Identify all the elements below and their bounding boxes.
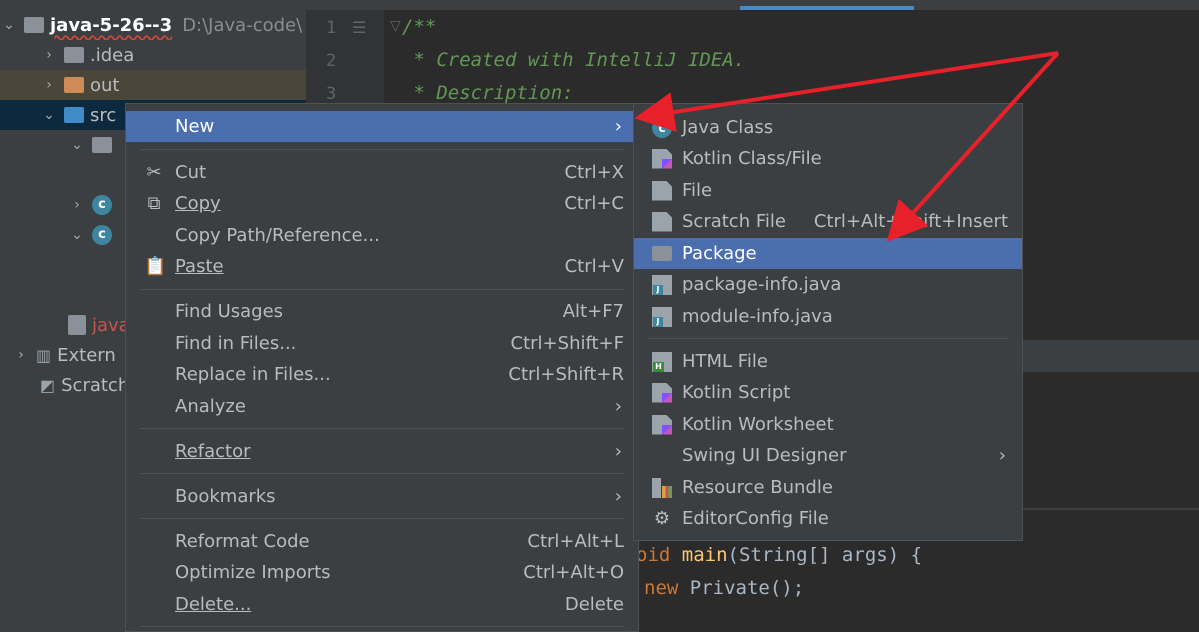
html-file-icon — [652, 351, 672, 372]
folder-icon — [64, 47, 84, 63]
tree-item-label: .idea — [90, 44, 135, 66]
code-line: * Created with IntelliJ IDEA. — [402, 49, 746, 71]
scratch-file-icon — [652, 211, 672, 232]
module-folder-icon — [24, 17, 44, 33]
menu-item-java-class[interactable]: c Java Class — [634, 112, 1022, 143]
chevron-down-icon[interactable]: ⌄ — [0, 17, 18, 33]
folder-icon — [64, 107, 84, 123]
menu-separator — [140, 518, 624, 519]
chevron-right-icon[interactable]: › — [40, 47, 58, 63]
fold-marker-icon[interactable]: ▽ — [390, 18, 401, 34]
tree-root[interactable]: ⌄ java-5-26--3 D:\Java-code\ — [0, 10, 306, 40]
menu-separator — [140, 149, 624, 150]
resource-bundle-icon — [652, 477, 672, 498]
chevron-right-icon: › — [998, 445, 1006, 466]
gear-icon: ⚙ — [653, 507, 671, 529]
menu-item-reformat-code[interactable]: Reformat Code Ctrl+Alt+L — [126, 526, 638, 557]
java-file-icon — [652, 306, 672, 327]
line-number: 1 — [326, 18, 337, 38]
menu-item-bookmarks[interactable]: Bookmarks › — [126, 481, 638, 512]
menu-item-paste[interactable]: 📋 Paste Ctrl+V — [126, 251, 638, 282]
menu-item-cut[interactable]: ✂ Cut Ctrl+X — [126, 157, 638, 188]
chevron-down-icon[interactable]: ⌄ — [68, 137, 86, 153]
menu-item-find-usages[interactable]: Find Usages Alt+F7 — [126, 296, 638, 327]
menu-item-new[interactable]: New › — [126, 111, 638, 142]
chevron-right-icon: › — [614, 116, 622, 137]
java-file-icon — [652, 274, 672, 295]
chevron-right-icon: › — [614, 441, 622, 462]
tree-item-label: Scratch — [61, 374, 130, 396]
editor-tab-bar — [306, 0, 1199, 10]
line-number: 2 — [326, 51, 337, 71]
menu-item-scratch-file[interactable]: Scratch File Ctrl+Alt+Shift+Insert — [634, 206, 1022, 237]
menu-item-editorconfig-file[interactable]: ⚙ EditorConfig File — [634, 503, 1022, 534]
package-icon — [652, 246, 672, 261]
menu-item-copy[interactable]: ⧉ Copy Ctrl+C — [126, 188, 638, 219]
kotlin-script-icon — [652, 382, 672, 403]
file-icon — [652, 180, 672, 201]
clipboard-icon: 📋 — [144, 255, 167, 277]
scratch-icon: ◩ — [40, 375, 56, 395]
menu-item-kotlin-class[interactable]: Kotlin Class/File — [634, 143, 1022, 174]
code-line: oid main(String[] args) { — [636, 544, 923, 566]
menu-item-delete[interactable]: Delete... Delete — [126, 589, 638, 620]
project-path: D:\Java-code\ — [182, 14, 303, 36]
menu-separator — [648, 338, 1008, 339]
menu-item-replace-in-files[interactable]: Replace in Files... Ctrl+Shift+R — [126, 359, 638, 390]
menu-item-analyze[interactable]: Analyze › — [126, 391, 638, 422]
code-line: new Private(); — [644, 577, 805, 599]
menu-separator — [140, 626, 624, 627]
menu-item-optimize-imports[interactable]: Optimize Imports Ctrl+Alt+O — [126, 557, 638, 588]
line-number: 3 — [326, 84, 337, 104]
menu-separator — [140, 289, 624, 290]
tree-item-out[interactable]: › out — [0, 70, 306, 100]
menu-item-kotlin-script[interactable]: Kotlin Script — [634, 377, 1022, 408]
chevron-down-icon[interactable]: ⌄ — [40, 107, 58, 123]
menu-item-resource-bundle[interactable]: Resource Bundle — [634, 472, 1022, 503]
menu-item-refactor[interactable]: Refactor › — [126, 436, 638, 467]
chevron-right-icon[interactable]: › — [68, 197, 86, 213]
chevron-right-icon: › — [614, 396, 622, 417]
chevron-right-icon[interactable]: › — [40, 77, 58, 93]
menu-item-file[interactable]: File — [634, 175, 1022, 206]
code-line: * Description: — [402, 82, 574, 104]
chevron-down-icon[interactable]: ⌄ — [68, 227, 86, 243]
class-icon: c — [92, 225, 112, 245]
menu-item-kotlin-worksheet[interactable]: Kotlin Worksheet — [634, 409, 1022, 440]
menu-item-swing-ui-designer[interactable]: Swing UI Designer › — [634, 440, 1022, 471]
menu-item-html-file[interactable]: HTML File — [634, 346, 1022, 377]
kotlin-file-icon — [652, 148, 672, 169]
scissors-icon: ✂ — [146, 161, 162, 183]
tree-item-label: out — [90, 74, 120, 96]
kotlin-worksheet-icon — [652, 414, 672, 435]
context-menu: New › ✂ Cut Ctrl+X ⧉ Copy Ctrl+C Copy Pa… — [125, 103, 639, 632]
class-icon: c — [92, 195, 112, 215]
menu-item-copy-path[interactable]: Copy Path/Reference... — [126, 220, 638, 251]
tree-item-label: src — [90, 104, 117, 126]
menu-separator — [140, 428, 624, 429]
tree-item-label: Extern — [57, 344, 116, 366]
fold-icon[interactable]: ☰ — [352, 18, 366, 37]
chevron-right-icon: › — [614, 486, 622, 507]
menu-item-module-info[interactable]: module-info.java — [634, 301, 1022, 332]
package-icon — [92, 137, 112, 153]
project-name: java-5-26--3 — [50, 14, 173, 36]
menu-item-find-in-files[interactable]: Find in Files... Ctrl+Shift+F — [126, 328, 638, 359]
new-submenu: c Java Class Kotlin Class/File File Scra… — [633, 103, 1023, 541]
folder-icon — [64, 77, 84, 93]
menu-separator — [140, 473, 624, 474]
java-class-icon: c — [652, 117, 672, 138]
code-line: /** — [402, 16, 437, 38]
copy-icon: ⧉ — [147, 192, 161, 214]
file-icon — [68, 315, 86, 335]
tree-item-idea[interactable]: › .idea — [0, 40, 306, 70]
active-tab-indicator — [740, 6, 914, 10]
menu-item-package-info[interactable]: package-info.java — [634, 269, 1022, 300]
library-icon: ▥ — [36, 345, 52, 365]
menu-item-package[interactable]: Package — [634, 238, 1022, 269]
chevron-right-icon[interactable]: › — [12, 347, 30, 363]
